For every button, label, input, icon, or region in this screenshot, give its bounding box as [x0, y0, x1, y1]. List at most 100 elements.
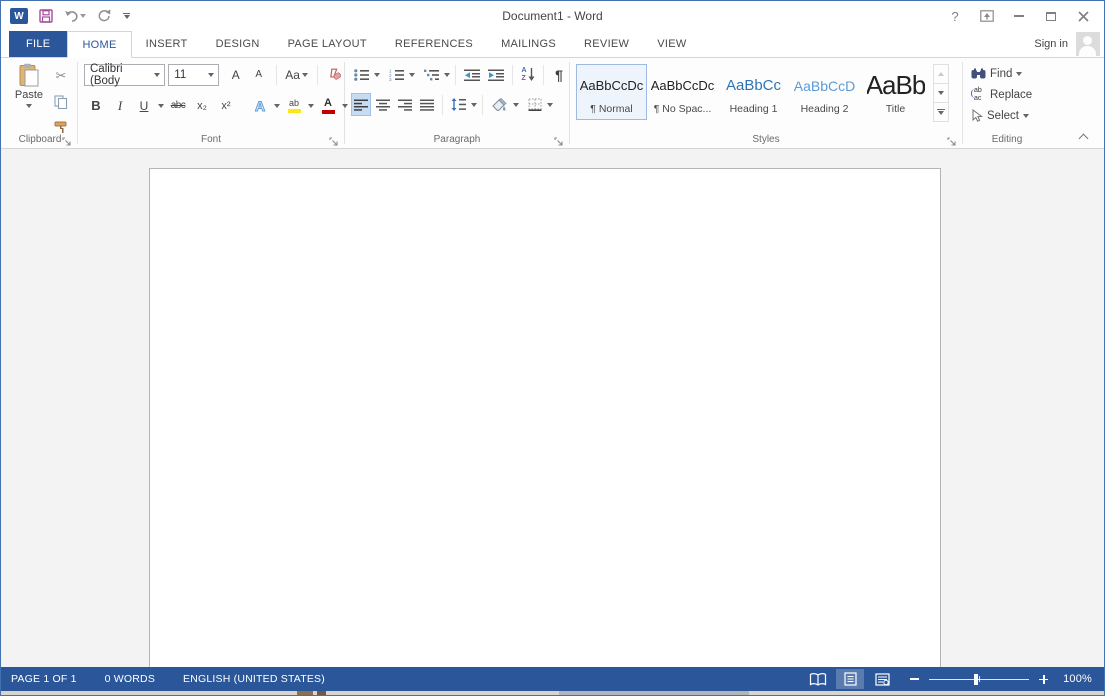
style-normal[interactable]: AaBbCcDc ¶ Normal [576, 64, 647, 120]
styles-scroll-up-button[interactable] [934, 65, 948, 84]
tab-page-layout[interactable]: PAGE LAYOUT [274, 31, 381, 57]
page-indicator[interactable]: PAGE 1 OF 1 [1, 673, 91, 685]
change-case-button[interactable]: Aa [283, 63, 311, 86]
help-button[interactable]: ? [942, 6, 968, 26]
minimize-button[interactable] [1006, 6, 1032, 26]
borders-button[interactable] [525, 93, 545, 116]
increase-indent-button[interactable] [485, 63, 507, 86]
font-size-combobox[interactable]: 11 [168, 64, 218, 86]
print-layout-button[interactable] [836, 669, 864, 689]
customize-quick-access-button[interactable] [123, 13, 130, 20]
tab-design[interactable]: DESIGN [202, 31, 274, 57]
strikethrough-button[interactable]: abc [168, 94, 188, 117]
change-case-dropdown[interactable] [302, 73, 308, 77]
replace-button[interactable]: ab ac Replace [971, 84, 1051, 105]
highlight-dropdown[interactable] [308, 104, 314, 108]
word-count[interactable]: 0 WORDS [91, 673, 169, 685]
minimize-icon [1014, 15, 1024, 17]
style-heading-1[interactable]: AaBbCc Heading 1 [718, 64, 789, 120]
shading-dropdown[interactable] [513, 103, 519, 107]
font-name-combobox[interactable]: Calibri (Body [84, 64, 165, 86]
zoom-in-button[interactable] [1039, 675, 1048, 684]
shading-button[interactable] [488, 93, 511, 116]
save-button[interactable] [39, 9, 53, 23]
underline-dropdown[interactable] [158, 104, 164, 108]
web-layout-button[interactable] [868, 669, 896, 689]
find-dropdown[interactable] [1016, 72, 1022, 76]
bullets-button[interactable] [351, 63, 372, 86]
style-heading-2[interactable]: AaBbCcD Heading 2 [789, 64, 860, 120]
show-hide-formatting-button[interactable]: ¶ [549, 63, 569, 86]
decrease-indent-button[interactable] [461, 63, 483, 86]
font-size-dropdown[interactable] [208, 73, 214, 77]
sign-in-link[interactable]: Sign in [1034, 38, 1068, 50]
text-effects-button[interactable]: A [250, 94, 270, 117]
numbering-button[interactable]: 1 2 3 [386, 63, 407, 86]
tab-mailings[interactable]: MAILINGS [487, 31, 570, 57]
align-center-button[interactable] [373, 93, 393, 116]
shrink-font-button[interactable]: A [250, 63, 270, 86]
zoom-slider[interactable] [929, 672, 1029, 686]
maximize-button[interactable] [1038, 6, 1064, 26]
paste-dropdown[interactable] [26, 104, 32, 108]
close-button[interactable] [1070, 6, 1096, 26]
numbering-dropdown[interactable] [409, 73, 415, 77]
subscript-button[interactable]: x₂ [192, 94, 212, 117]
tab-home[interactable]: HOME [67, 31, 131, 58]
find-binoculars-icon [971, 68, 986, 79]
select-button[interactable]: Select [971, 105, 1051, 126]
text-effects-dropdown[interactable] [274, 104, 280, 108]
borders-dropdown[interactable] [547, 103, 553, 107]
word-app-icon[interactable]: W [10, 8, 28, 24]
align-left-button[interactable] [351, 93, 371, 116]
tab-file[interactable]: FILE [9, 31, 67, 57]
tab-view[interactable]: VIEW [643, 31, 700, 57]
find-button[interactable]: Find [971, 63, 1051, 84]
grow-font-button[interactable]: A [227, 63, 247, 86]
tab-insert[interactable]: INSERT [132, 31, 202, 57]
font-color-button[interactable]: A [318, 94, 338, 117]
multilevel-list-dropdown[interactable] [444, 73, 450, 77]
editing-group: Find ab ac Replace Select Editing [963, 58, 1051, 148]
paste-button[interactable]: Paste [10, 63, 48, 108]
tab-references[interactable]: REFERENCES [381, 31, 487, 57]
collapse-ribbon-button[interactable] [1080, 132, 1088, 140]
align-right-button[interactable] [395, 93, 415, 116]
zoom-percentage[interactable]: 100% [1056, 673, 1092, 685]
read-mode-button[interactable] [804, 669, 832, 689]
bullets-dropdown[interactable] [374, 73, 380, 77]
style-title[interactable]: AaBb Title [860, 64, 931, 120]
sort-button[interactable]: AZ [518, 63, 538, 86]
undo-button[interactable] [64, 10, 86, 23]
copy-button[interactable] [51, 90, 71, 113]
styles-more-button[interactable] [934, 103, 948, 121]
highlight-button[interactable]: ab [284, 94, 304, 117]
line-spacing-button[interactable] [448, 93, 469, 116]
user-avatar[interactable] [1076, 32, 1100, 56]
multilevel-list-button[interactable] [421, 63, 442, 86]
line-spacing-dropdown[interactable] [471, 103, 477, 107]
styles-scroll-down-button[interactable] [934, 84, 948, 103]
clipboard-dialog-launcher[interactable] [62, 134, 73, 145]
justify-button[interactable] [417, 93, 437, 116]
redo-button[interactable] [97, 9, 112, 23]
font-dialog-launcher[interactable] [329, 134, 340, 145]
style-no-spacing[interactable]: AaBbCcDc ¶ No Spac... [647, 64, 718, 120]
clear-formatting-button[interactable] [324, 63, 344, 86]
undo-dropdown[interactable] [80, 14, 86, 18]
zoom-out-button[interactable] [910, 678, 919, 680]
underline-button[interactable]: U [134, 94, 154, 117]
document-page[interactable] [149, 168, 941, 667]
bold-button[interactable]: B [86, 94, 106, 117]
styles-dialog-launcher[interactable] [947, 134, 958, 145]
cut-button[interactable]: ✂ [51, 64, 71, 87]
paragraph-dialog-launcher[interactable] [554, 134, 565, 145]
ribbon-display-options-button[interactable] [974, 6, 1000, 26]
italic-button[interactable]: I [110, 94, 130, 117]
select-dropdown[interactable] [1023, 114, 1029, 118]
language-indicator[interactable]: ENGLISH (UNITED STATES) [169, 673, 339, 685]
tab-review[interactable]: REVIEW [570, 31, 643, 57]
font-name-dropdown[interactable] [154, 73, 160, 77]
zoom-slider-handle[interactable] [974, 674, 978, 685]
superscript-button[interactable]: x² [216, 94, 236, 117]
